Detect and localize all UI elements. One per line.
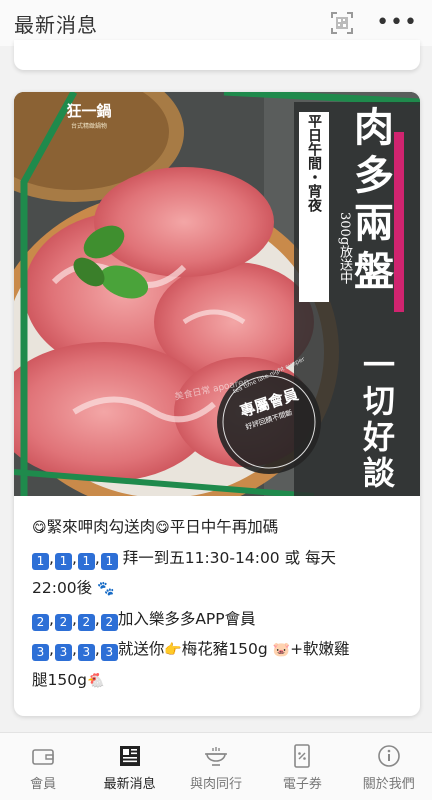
post-line-4: 2, 2, 2, 2 加入樂多多APP會員 [32, 604, 410, 634]
post-body: 😋緊來呷肉勾送肉😋平日中午再加碼 1,1,1,1 拜一到五11:30-14:00… [32, 512, 410, 696]
brand-name: 狂一鍋 [66, 102, 112, 120]
promo-banner-image: 狂一鍋 台式精緻鍋物 平日午間・宵夜 300g放送中 肉 多 兩 盤 一 切 好… [14, 92, 420, 496]
previous-post-card[interactable] [14, 40, 420, 70]
post-line-5: 3, 3, 3, 3 就送你👉梅花豬150g 🐷+軟嫩雞 [32, 634, 410, 665]
pointing-hand-emoji: 👉 [164, 642, 182, 658]
nav-label: 電子券 [282, 777, 322, 792]
nav-label: 關於我們 [362, 777, 415, 792]
nav-item-coupon[interactable]: 電子券 [259, 743, 345, 792]
post-text: 加入樂多多APP會員 [117, 610, 256, 628]
brand-logo: 狂一鍋 台式精緻鍋物 [59, 100, 119, 130]
number-badge: 1 [54, 553, 72, 570]
number-badge: 3 [77, 644, 95, 661]
number-badge: 2 [54, 614, 72, 631]
headline-text: 肉 多 兩 盤 [344, 104, 404, 296]
nav-label: 會員 [30, 777, 57, 792]
coupon-icon [294, 744, 311, 768]
tagline-char: 一 [362, 346, 395, 384]
brand-subtitle: 台式精緻鍋物 [70, 123, 107, 130]
number-badge: 2 [77, 614, 95, 631]
paw-prints-emoji: 🐾 [97, 581, 115, 597]
newspaper-icon [119, 746, 140, 766]
header-actions: ••• [330, 11, 418, 35]
number-badge: 1 [32, 553, 49, 570]
post-text: 梅花豬150g [181, 640, 273, 658]
number-badge: 3 [54, 644, 72, 661]
qr-scan-icon[interactable] [330, 11, 354, 35]
tagline-char: 切 [362, 382, 395, 420]
post-text: 拜一到五11:30-14:00 或 每天 [117, 549, 337, 567]
pig-face-emoji: 🐷 [272, 642, 291, 658]
nav-item-news[interactable]: 最新消息 [87, 743, 173, 792]
number-badge: 1 [100, 553, 118, 570]
nav-item-hotpot[interactable]: 與肉同行 [173, 743, 259, 792]
headline-char: 兩 [354, 200, 394, 247]
tagline-char: 好 [362, 418, 395, 456]
post-text: 就送你 [117, 640, 165, 658]
wallet-icon [32, 749, 54, 765]
number-badge: 1 [77, 553, 95, 570]
number-badge: 2 [32, 614, 49, 631]
nav-label: 最新消息 [103, 777, 156, 792]
savoring-face-emoji: 😋 [155, 520, 170, 536]
post-text: 平日中午再加碼 [169, 518, 279, 536]
bottom-navigation: 會員 最新消息 與肉同行 電子券 關於我們 [0, 732, 432, 800]
post-text: 22:00後 [32, 579, 98, 597]
info-icon [377, 745, 400, 767]
post-text: 緊來呷肉勾送肉 [46, 518, 156, 536]
post-line-1: 😋緊來呷肉勾送肉😋平日中午再加碼 [32, 512, 410, 543]
savoring-face-emoji: 😋 [32, 520, 47, 536]
news-post-card[interactable]: 狂一鍋 台式精緻鍋物 平日午間・宵夜 300g放送中 肉 多 兩 盤 一 切 好… [14, 92, 420, 716]
headline-char: 盤 [354, 248, 394, 295]
page-title: 最新消息 [14, 12, 98, 37]
nav-item-about[interactable]: 關於我們 [346, 743, 432, 792]
hotpot-icon [204, 747, 227, 766]
tagline-text: 一 切 好 談 [354, 347, 404, 491]
headline-char: 肉 [354, 104, 394, 151]
member-stamp: 專屬會員 好評回饋不間斷 [229, 385, 309, 431]
nav-item-member[interactable]: 會員 [0, 743, 86, 792]
post-text: +軟嫩雞 [290, 640, 350, 658]
post-line-6: 腿150g🐔 [32, 665, 410, 696]
number-badge: 3 [32, 644, 49, 661]
number-badge: 3 [100, 644, 118, 661]
headline-char: 多 [354, 152, 394, 199]
post-text: 腿150g [32, 671, 87, 689]
post-line-2: 1,1,1,1 拜一到五11:30-14:00 或 每天 [32, 543, 410, 573]
more-dots-icon[interactable]: ••• [376, 12, 418, 34]
post-line-3: 22:00後 🐾 [32, 573, 410, 604]
number-badge: 2 [100, 614, 118, 631]
vertical-time-text: 平日午間・宵夜 [306, 114, 322, 212]
tagline-char: 談 [362, 454, 395, 492]
nav-label: 與肉同行 [189, 777, 242, 792]
chicken-emoji: 🐔 [86, 673, 105, 689]
